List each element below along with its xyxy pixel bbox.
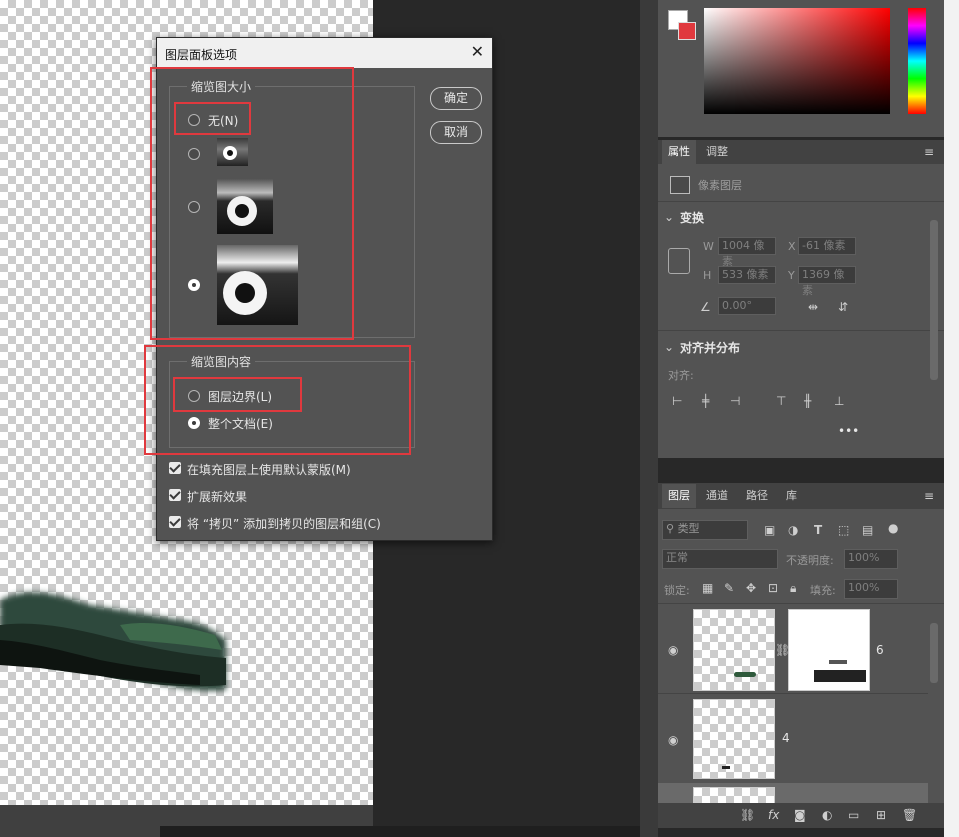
- lock-artboard-icon[interactable]: ⊡: [768, 581, 778, 595]
- fill-field[interactable]: 100%: [844, 579, 898, 599]
- width-field[interactable]: 1004 像素: [718, 237, 776, 268]
- lock-all-icon[interactable]: 🔒︎: [790, 581, 796, 595]
- dialog-title: 图层面板选项: [165, 48, 238, 62]
- panel-divider: [640, 0, 658, 837]
- group-folder-icon[interactable]: ▭: [848, 808, 859, 822]
- layers-bottom-bar: ⛓︎ fx ◙ ◐ ▭ ⊞ 🗑︎: [658, 803, 944, 828]
- trash-icon[interactable]: 🗑︎: [902, 808, 917, 822]
- y-field[interactable]: 1369 像素: [798, 266, 856, 297]
- saturation-brightness-field[interactable]: [704, 8, 890, 114]
- right-edge-strip: [944, 0, 959, 837]
- angle-icon: ∠: [700, 300, 711, 314]
- panel-menu-icon[interactable]: ≡: [924, 145, 934, 159]
- height-field[interactable]: 533 像素: [718, 266, 776, 284]
- layer-name[interactable]: 4: [782, 731, 790, 745]
- layer-mask-thumbnail: [788, 609, 870, 691]
- filter-kind-select[interactable]: ⚲ 类型: [662, 520, 748, 540]
- hue-slider[interactable]: [908, 8, 926, 114]
- filter-adjustment-icon[interactable]: ◑: [788, 523, 798, 537]
- tab-properties[interactable]: 属性: [662, 140, 696, 164]
- lock-move-icon[interactable]: ✥: [746, 581, 756, 595]
- layer-row[interactable]: ◉ ⛓︎ 6: [658, 605, 928, 693]
- close-icon[interactable]: ✕: [471, 42, 484, 61]
- y-label: Y: [788, 269, 795, 282]
- add-copy-label[interactable]: 将 “拷贝” 添加到拷贝的图层和组(C): [187, 515, 381, 532]
- layer-row-partial[interactable]: [658, 783, 928, 805]
- chevron-down-icon[interactable]: ⌄: [664, 340, 674, 354]
- align-vcenter-icon[interactable]: ╫: [804, 394, 811, 408]
- w-label: W: [703, 240, 714, 253]
- background-color-swatch[interactable]: [678, 22, 696, 40]
- filter-pixel-icon[interactable]: ▣: [764, 523, 775, 537]
- lock-label: 锁定:: [664, 584, 690, 597]
- ok-button[interactable]: 确定: [430, 87, 482, 110]
- new-layer-icon[interactable]: ⊞: [876, 808, 886, 822]
- filter-shape-icon[interactable]: ⬚: [838, 523, 849, 537]
- lock-transparent-icon[interactable]: ▦: [702, 581, 713, 595]
- annotation-box-none-option: [174, 102, 251, 135]
- color-panel: [658, 0, 944, 137]
- lock-brush-icon[interactable]: ✎: [724, 581, 734, 595]
- default-mask-label[interactable]: 在填充图层上使用默认蒙版(M): [187, 461, 351, 478]
- h-label: H: [703, 269, 712, 282]
- transform-title: 变换: [680, 211, 705, 225]
- bottom-strip: [160, 826, 640, 837]
- annotation-box-layer-bounds: [173, 377, 302, 412]
- add-copy-checkbox[interactable]: [169, 516, 181, 528]
- tab-layers[interactable]: 图层: [662, 484, 696, 508]
- layer-name[interactable]: 6: [876, 643, 884, 657]
- tab-paths[interactable]: 路径: [740, 484, 774, 508]
- link-layers-icon[interactable]: ⛓︎: [740, 808, 755, 822]
- align-top-icon[interactable]: ⊤: [776, 394, 786, 408]
- search-icon: ⚲: [666, 522, 678, 535]
- layers-panel: 图层 通道 路径 库 ≡ ⚲ 类型 ▣ ◑ T ⬚ ▤ ● 正常 不透明度: 1…: [658, 483, 944, 828]
- eye-icon[interactable]: ◉: [668, 733, 678, 747]
- layer-thumbnail: [693, 699, 775, 779]
- opacity-label: 不透明度:: [786, 554, 834, 567]
- fx-icon[interactable]: fx: [768, 808, 779, 822]
- pixel-layer-label: 像素图层: [698, 179, 742, 192]
- expand-effects-label[interactable]: 扩展新效果: [187, 488, 247, 505]
- tab-channels[interactable]: 通道: [700, 484, 734, 508]
- link-icon[interactable]: [668, 248, 690, 274]
- properties-panel: 属性 调整 ≡ 像素图层 ⌄ 变换 W 1004 像素 X -61 像素 H 5…: [658, 140, 944, 458]
- filter-toggle-icon[interactable]: ●: [888, 521, 898, 535]
- align-right-icon[interactable]: ⊣: [730, 394, 740, 408]
- flip-horizontal-icon[interactable]: ⇹: [808, 300, 818, 314]
- eye-icon[interactable]: ◉: [668, 643, 678, 657]
- filter-smartobject-icon[interactable]: ▤: [862, 523, 873, 537]
- x-field[interactable]: -61 像素: [798, 237, 856, 255]
- more-options[interactable]: •••: [838, 424, 859, 438]
- layer-thumbnail: [693, 609, 775, 691]
- blend-mode-select[interactable]: 正常: [662, 549, 778, 569]
- properties-scrollbar[interactable]: [930, 220, 938, 380]
- opacity-field[interactable]: 100%: [844, 549, 898, 569]
- panel-menu-icon[interactable]: ≡: [924, 489, 934, 503]
- filter-type-icon[interactable]: T: [814, 523, 822, 537]
- dialog-titlebar[interactable]: 图层面板选项 ✕: [157, 38, 492, 68]
- tab-adjustments[interactable]: 调整: [700, 140, 734, 164]
- add-mask-icon[interactable]: ◙: [794, 808, 806, 822]
- layer-row[interactable]: ◉ 4: [658, 695, 928, 781]
- angle-field[interactable]: 0.00°: [718, 297, 776, 315]
- align-label: 对齐:: [668, 369, 694, 382]
- flip-vertical-icon[interactable]: ⇵: [838, 300, 848, 314]
- align-bottom-icon[interactable]: ⊥: [834, 394, 844, 408]
- cancel-button[interactable]: 取消: [430, 121, 482, 144]
- default-mask-checkbox[interactable]: [169, 462, 181, 474]
- pixel-layer-icon: [670, 176, 690, 194]
- fill-label: 填充:: [810, 584, 836, 597]
- tab-library[interactable]: 库: [780, 484, 803, 508]
- x-label: X: [788, 240, 796, 253]
- align-hcenter-icon[interactable]: ╪: [702, 394, 709, 408]
- adjustment-layer-icon[interactable]: ◐: [822, 808, 832, 822]
- align-distribute-title: 对齐并分布: [680, 341, 741, 355]
- chevron-down-icon[interactable]: ⌄: [664, 210, 674, 224]
- ink-mountain-artwork: [0, 580, 240, 700]
- expand-effects-checkbox[interactable]: [169, 489, 181, 501]
- align-left-icon[interactable]: ⊢: [672, 394, 682, 408]
- filter-kind-label: 类型: [677, 522, 700, 535]
- layers-scrollbar[interactable]: [930, 623, 938, 683]
